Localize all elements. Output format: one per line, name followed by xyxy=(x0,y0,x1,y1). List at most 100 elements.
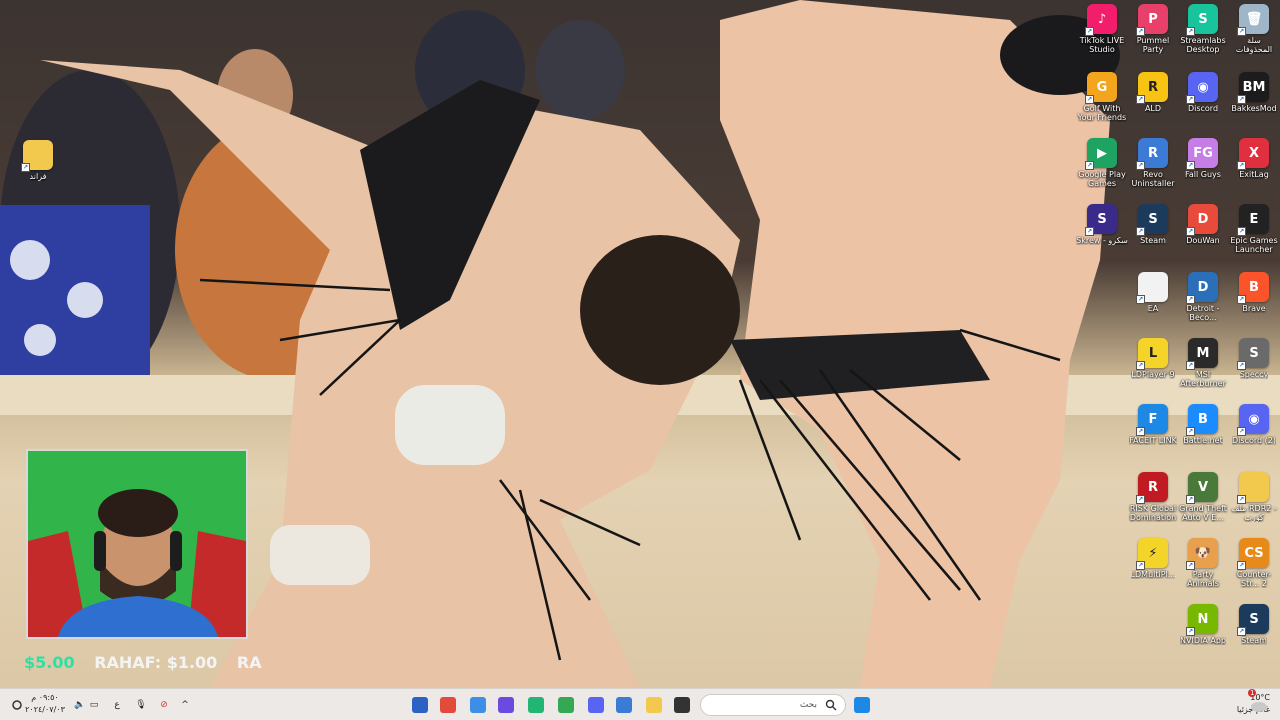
desktop-icon[interactable]: N ↗ NVIDIA App xyxy=(1177,604,1229,645)
desktop-icon[interactable]: S ↗ Speccy xyxy=(1228,338,1280,379)
shortcut-arrow-icon: ↗ xyxy=(1237,427,1246,436)
shortcut-arrow-icon: ↗ xyxy=(1186,427,1195,436)
desktop-icon-label: LDPlayer 9 xyxy=(1131,370,1175,379)
shortcut-arrow-icon: ↗ xyxy=(1237,295,1246,304)
desktop-icon[interactable]: R ↗ Revo Uninstaller xyxy=(1127,138,1179,188)
shortcut-arrow-icon: ↗ xyxy=(1186,227,1195,236)
desktop-icon[interactable]: E ↗ Epic Games Launcher xyxy=(1228,204,1280,254)
desktop-icon-label: LDMultiPl... xyxy=(1130,570,1176,579)
desktop-icon[interactable]: S ↗ Steam xyxy=(1228,604,1280,645)
desktop-icon-label: Steam xyxy=(1140,236,1166,245)
desktop-icon[interactable]: S ↗ Streamlabs Desktop xyxy=(1177,4,1229,54)
recording-icon[interactable]: ⊘ xyxy=(156,693,172,717)
desktop-icon-label: Discord xyxy=(1187,104,1219,113)
taskbar-app-button[interactable] xyxy=(494,693,518,717)
search-placeholder: بحث xyxy=(799,700,817,710)
desktop-icon-label: فراند xyxy=(29,172,47,181)
taskbar-app-button[interactable] xyxy=(408,693,432,717)
taskbar-app-button[interactable] xyxy=(524,693,548,717)
desktop-icon-label: NVIDIA App xyxy=(1180,636,1226,645)
weather-icon[interactable]: 1 xyxy=(1248,689,1270,717)
folder-icon: ↗ xyxy=(1237,472,1269,504)
desktop-icon-label: TikTok LIVE Studio xyxy=(1079,36,1125,54)
detroit-icon: D ↗ xyxy=(1186,272,1218,304)
desktop-icon[interactable]: ↗ EA xyxy=(1127,272,1179,313)
desktop-icon[interactable]: ⚡ ↗ LDMultiPl... xyxy=(1127,538,1179,579)
discord-icon: ◉ ↗ xyxy=(1237,404,1269,436)
desktop-icon[interactable]: ↗ ملف RDR2 - كورب xyxy=(1228,472,1280,522)
taskbar-app-button[interactable] xyxy=(670,693,694,717)
shortcut-arrow-icon: ↗ xyxy=(1237,627,1246,636)
windows-start-icon xyxy=(854,697,870,713)
app-icon-4 xyxy=(498,697,514,713)
desktop-icon[interactable]: FG ↗ Fall Guys xyxy=(1177,138,1229,179)
desktop-icon[interactable]: 🐶 ↗ Party Animals xyxy=(1177,538,1229,588)
taskbar-app-button[interactable] xyxy=(466,693,490,717)
taskbar-app-button[interactable] xyxy=(612,693,636,717)
shortcut-arrow-icon: ↗ xyxy=(1136,495,1145,504)
desktop-icon[interactable]: D ↗ Detroit - Beco... xyxy=(1177,272,1229,322)
clock-time: ٠٩:٥٠ م xyxy=(31,693,59,702)
counter-strike-icon: CS ↗ xyxy=(1237,538,1269,570)
party-animals-icon: 🐶 ↗ xyxy=(1186,538,1218,570)
desktop-icon-label: Party Animals xyxy=(1187,570,1219,588)
desktop-icon[interactable]: M ↗ MSI Afterburner xyxy=(1177,338,1229,388)
desktop-icon[interactable]: ▶ ↗ Google Play Games xyxy=(1076,138,1128,188)
language-label: ع xyxy=(114,700,120,710)
file-explorer-icon xyxy=(646,697,662,713)
epic-games-icon: E ↗ xyxy=(1237,204,1269,236)
shortcut-arrow-icon: ↗ xyxy=(1085,161,1094,170)
shortcut-arrow-icon: ↗ xyxy=(1237,361,1246,370)
discord-icon: ◉ ↗ xyxy=(1186,72,1218,104)
shortcut-arrow-icon: ↗ xyxy=(1237,495,1246,504)
desktop-icon-label: EA xyxy=(1147,304,1159,313)
desktop-icon[interactable]: X ↗ ExitLag xyxy=(1228,138,1280,179)
taskbar-app-button[interactable] xyxy=(642,693,666,717)
desktop-icon[interactable]: D ↗ DouWan xyxy=(1177,204,1229,245)
desktop-icon-label: Golf With Your Friends xyxy=(1077,104,1127,122)
steam-icon: S ↗ xyxy=(1237,604,1269,636)
desktop-icon[interactable]: S ↗ Skrew - سكرو xyxy=(1076,204,1128,245)
webcam-overlay xyxy=(26,449,248,639)
shortcut-arrow-icon: ↗ xyxy=(1085,27,1094,36)
desktop-icon-label: Brave xyxy=(1242,304,1266,313)
desktop-icon[interactable]: ◉ ↗ Discord (2) xyxy=(1228,404,1280,445)
brave-icon: B ↗ xyxy=(1237,272,1269,304)
desktop-icon-label: DouWan xyxy=(1186,236,1220,245)
exitlag-icon: X ↗ xyxy=(1237,138,1269,170)
desktop-icon[interactable]: B ↗ Battle.net xyxy=(1177,404,1229,445)
search-icon xyxy=(825,699,837,711)
desktop-icon[interactable]: CS ↗ Counter-Str... 2 xyxy=(1228,538,1280,588)
taskbar-search-box[interactable]: بحث xyxy=(700,694,846,716)
language-indicator[interactable]: ع xyxy=(110,693,124,717)
ldplayer-icon: L ↗ xyxy=(1136,338,1168,370)
desktop-icon[interactable]: V ↗ Grand Theft Auto V E... xyxy=(1177,472,1229,522)
desktop-icon[interactable]: G ↗ Golf With Your Friends xyxy=(1076,72,1128,122)
desktop-icon[interactable]: ↗ فراند xyxy=(12,140,64,181)
taskbar-app-button[interactable] xyxy=(584,693,608,717)
steam-icon: S ↗ xyxy=(1136,204,1168,236)
taskbar-app-button[interactable] xyxy=(850,693,874,717)
ticker-next: RA xyxy=(236,653,262,672)
desktop-icon[interactable]: S ↗ Steam xyxy=(1127,204,1179,245)
microphone-icon[interactable]: 🎙 xyxy=(134,693,148,717)
desktop-icon[interactable]: 🗑 ↗ سلة المحذوفات xyxy=(1228,4,1280,54)
desktop-icon[interactable]: R ↗ ALD xyxy=(1127,72,1179,113)
desktop-icon[interactable]: BM ↗ BakkesMod xyxy=(1228,72,1280,113)
shortcut-arrow-icon: ↗ xyxy=(1136,427,1145,436)
shortcut-arrow-icon: ↗ xyxy=(1186,295,1195,304)
taskbar-app-button[interactable] xyxy=(554,693,578,717)
taskbar-clock[interactable]: ٠٩:٥٠ م ٢٠٢٤/٠٧/٠٣ xyxy=(22,692,68,716)
network-icon[interactable]: ▭ xyxy=(86,693,102,717)
taskbar-app-button[interactable] xyxy=(436,693,460,717)
desktop-icon-label: Epic Games Launcher xyxy=(1230,236,1278,254)
streamer-webcam-feed xyxy=(28,451,246,637)
desktop-icon[interactable]: ♪ ↗ TikTok LIVE Studio xyxy=(1076,4,1128,54)
desktop-icon[interactable]: R ↗ RISK Global Domination xyxy=(1127,472,1179,522)
desktop-icon[interactable]: L ↗ LDPlayer 9 xyxy=(1127,338,1179,379)
desktop-icon[interactable]: B ↗ Brave xyxy=(1228,272,1280,313)
show-hidden-icons-chevron-icon[interactable]: ^ xyxy=(178,693,192,717)
desktop-icon[interactable]: F ↗ FACEIT LINK xyxy=(1127,404,1179,445)
desktop-icon[interactable]: P ↗ Pummel Party xyxy=(1127,4,1179,54)
desktop-icon[interactable]: ◉ ↗ Discord xyxy=(1177,72,1229,113)
